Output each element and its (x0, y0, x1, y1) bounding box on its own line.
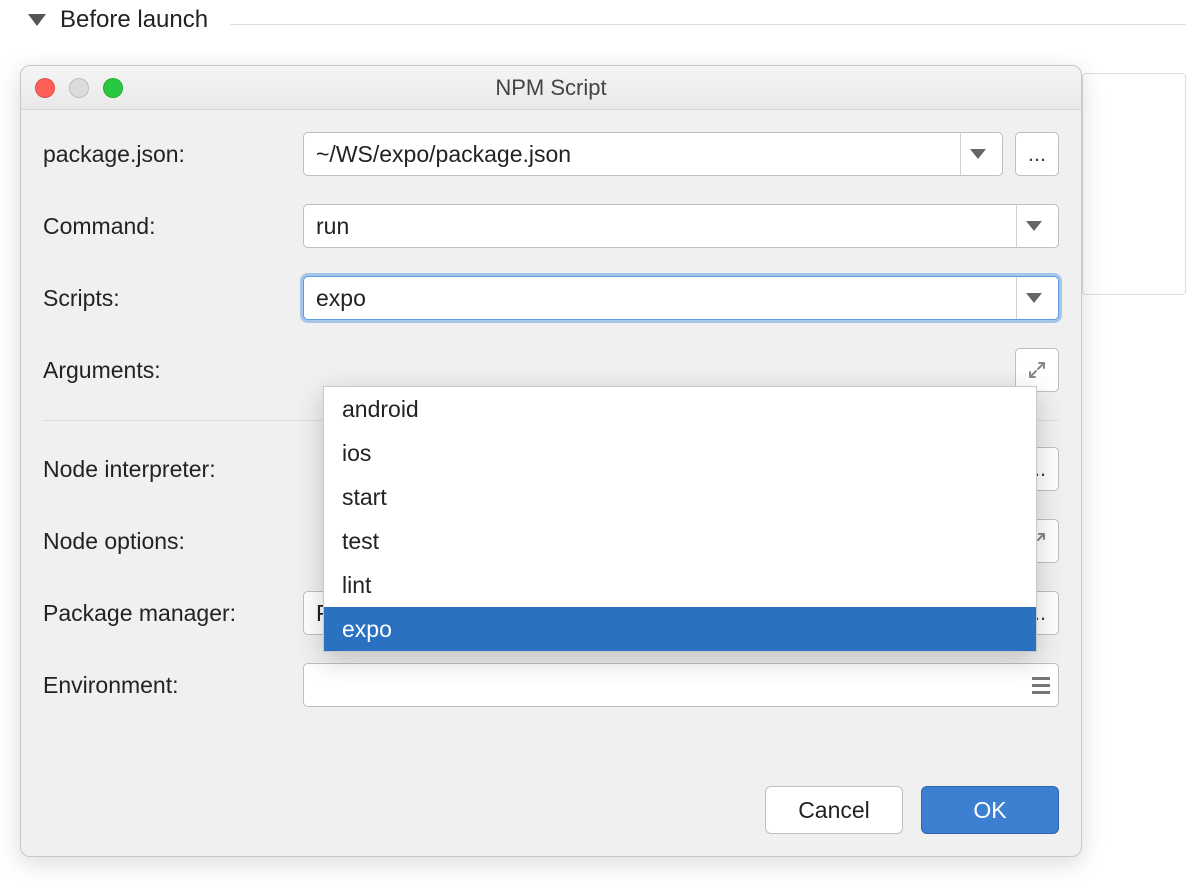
expand-icon (1027, 360, 1047, 380)
row-scripts: Scripts: expo (43, 276, 1059, 320)
label-scripts: Scripts: (43, 285, 303, 312)
window-controls (35, 78, 123, 98)
dialog-title: NPM Script (21, 66, 1081, 110)
command-value: run (316, 213, 1016, 240)
chevron-down-icon (960, 133, 994, 175)
scripts-option-start[interactable]: start (324, 475, 1036, 519)
disclosure-triangle-icon (28, 14, 46, 26)
scripts-option-expo[interactable]: expo (324, 607, 1036, 651)
package-json-combo[interactable]: ~/WS/expo/package.json (303, 132, 1003, 176)
label-command: Command: (43, 213, 303, 240)
browse-package-json-button[interactable]: ... (1015, 132, 1059, 176)
environment-input[interactable] (303, 663, 1059, 707)
label-node-options: Node options: (43, 528, 303, 555)
scripts-option-ios[interactable]: ios (324, 431, 1036, 475)
label-environment: Environment: (43, 672, 303, 699)
scripts-value: expo (316, 285, 1016, 312)
row-environment: Environment: (43, 663, 1059, 707)
scripts-combo[interactable]: expo (303, 276, 1059, 320)
maximize-window-button[interactable] (103, 78, 123, 98)
row-command: Command: run (43, 204, 1059, 248)
chevron-down-icon (1016, 205, 1050, 247)
dialog-titlebar: NPM Script (21, 66, 1081, 110)
scripts-dropdown: android ios start test lint expo (323, 386, 1037, 652)
background-panel (1082, 73, 1186, 295)
chevron-down-icon (1016, 277, 1050, 319)
section-divider (230, 24, 1186, 25)
scripts-option-lint[interactable]: lint (324, 563, 1036, 607)
npm-script-dialog: NPM Script package.json: ~/WS/expo/packa… (20, 65, 1082, 857)
before-launch-section[interactable]: Before launch (28, 6, 208, 34)
label-package-json: package.json: (43, 141, 303, 168)
cancel-button[interactable]: Cancel (765, 786, 903, 834)
environment-list-icon[interactable] (1032, 677, 1050, 694)
before-launch-label: Before launch (60, 6, 208, 34)
label-node-interpreter: Node interpreter: (43, 456, 303, 483)
ellipsis-icon: ... (1028, 141, 1046, 167)
row-package-json: package.json: ~/WS/expo/package.json ... (43, 132, 1059, 176)
package-json-value: ~/WS/expo/package.json (316, 141, 960, 168)
label-package-manager: Package manager: (43, 600, 303, 627)
dialog-footer: Cancel OK (765, 786, 1059, 834)
label-arguments: Arguments: (43, 357, 303, 384)
close-window-button[interactable] (35, 78, 55, 98)
command-combo[interactable]: run (303, 204, 1059, 248)
scripts-option-android[interactable]: android (324, 387, 1036, 431)
scripts-option-test[interactable]: test (324, 519, 1036, 563)
minimize-window-button[interactable] (69, 78, 89, 98)
ok-button[interactable]: OK (921, 786, 1059, 834)
